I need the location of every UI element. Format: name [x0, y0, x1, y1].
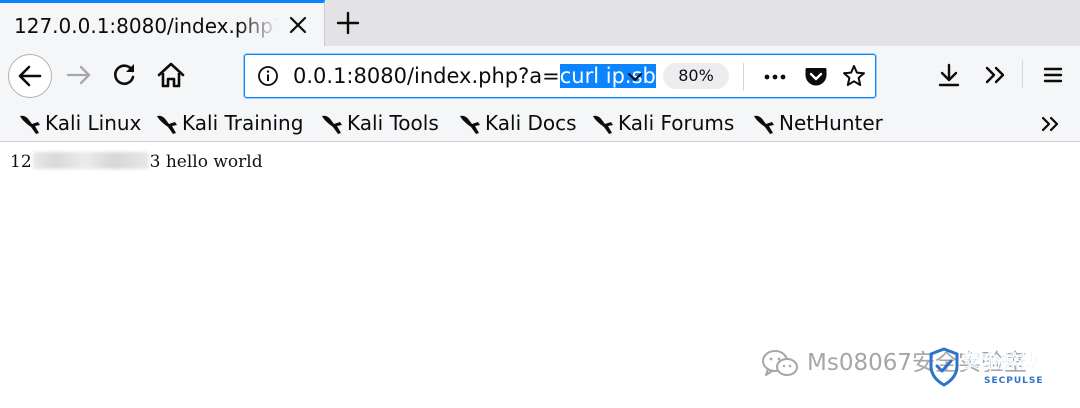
output-text: 3 hello world	[149, 152, 263, 172]
output-ip-prefix: 12	[10, 152, 32, 172]
url-bar[interactable]: 0.0.1:8080/index.php?a=curl ip.sb 80%	[244, 54, 876, 98]
info-icon	[258, 66, 278, 86]
wechat-icon	[762, 350, 798, 376]
urlbar-separator	[743, 63, 744, 91]
kali-dragon-icon	[754, 115, 774, 134]
forward-arrow-icon	[66, 65, 91, 85]
tab-strip: 127.0.0.1:8080/index.php?a=curl ip.sb	[0, 0, 1080, 46]
overflow-chevrons-icon	[1041, 116, 1059, 132]
zoom-reset-button[interactable]: 80%	[663, 63, 729, 89]
tab-title: 127.0.0.1:8080/index.php?a=curl ip.sb	[14, 14, 278, 38]
pocket-button[interactable]	[803, 63, 829, 89]
logo-text: 安全脉搏	[962, 350, 1039, 373]
home-icon	[157, 62, 185, 88]
tab-active[interactable]: 127.0.0.1:8080/index.php?a=curl ip.sb	[0, 0, 325, 46]
close-icon	[289, 16, 307, 34]
bookmark-label: Kali Training	[182, 111, 304, 135]
kali-dragon-icon	[593, 115, 613, 134]
secpulse-logo: 安全脉搏 SECPULSE	[928, 343, 1078, 403]
bookmark-kali-tools[interactable]: Kali Tools	[320, 108, 444, 138]
plus-icon	[336, 11, 360, 35]
bookmark-kali-forums[interactable]: Kali Forums	[591, 108, 737, 138]
chevron-down-icon	[628, 73, 642, 81]
toolbar-separator	[1022, 60, 1023, 88]
overflow-chevrons-icon	[985, 66, 1005, 84]
pocket-icon	[805, 68, 827, 86]
tab-close-button[interactable]	[282, 9, 314, 41]
bookmark-kali-training[interactable]: Kali Training	[155, 108, 307, 138]
reload-icon	[114, 64, 135, 85]
bookmark-label: Kali Linux	[45, 111, 142, 135]
main-menu-button[interactable]	[1038, 60, 1068, 90]
forward-button[interactable]	[62, 58, 96, 92]
back-button[interactable]	[8, 54, 52, 98]
bookmark-kali-linux[interactable]: Kali Linux	[18, 108, 142, 138]
command-output: 12 3 hello world	[10, 151, 263, 173]
bookmark-kali-docs[interactable]: Kali Docs	[458, 108, 578, 138]
bookmarks-overflow-button[interactable]	[1036, 110, 1064, 138]
bookmark-label: Kali Tools	[347, 111, 439, 135]
bookmark-label: NetHunter	[779, 111, 883, 135]
navigation-toolbar: 0.0.1:8080/index.php?a=curl ip.sb 80%	[0, 46, 1080, 104]
page-content: 12 3 hello world Ms08067安全实验室 安全脉搏 SECPUL…	[0, 143, 1080, 408]
bookmark-label: Kali Docs	[485, 111, 577, 135]
url-text-unselected: 0.0.1:8080/index.php?a=	[293, 64, 560, 88]
kali-dragon-icon	[460, 115, 480, 134]
back-arrow-icon	[18, 65, 42, 87]
bookmark-nethunter[interactable]: NetHunter	[752, 108, 884, 138]
hamburger-menu-icon	[1043, 67, 1063, 83]
home-button[interactable]	[154, 58, 188, 92]
redacted-ip-blur	[32, 152, 149, 169]
bookmark-star-button[interactable]	[841, 63, 867, 89]
url-dropdown-button[interactable]	[623, 65, 647, 89]
site-info-button[interactable]	[257, 65, 279, 87]
star-icon	[843, 65, 865, 86]
downloads-button[interactable]	[934, 60, 964, 90]
bookmark-label: Kali Forums	[618, 111, 735, 135]
download-icon	[938, 63, 960, 87]
kali-dragon-icon	[20, 115, 40, 134]
reload-button[interactable]	[108, 58, 140, 90]
more-dots-icon	[764, 74, 786, 80]
toolbar-overflow-button[interactable]	[980, 60, 1010, 90]
bookmarks-toolbar: Kali Linux Kali Training Kali Tools Kali…	[0, 104, 1080, 142]
kali-dragon-icon	[322, 115, 342, 134]
page-actions-button[interactable]	[761, 64, 789, 90]
shield-icon	[929, 347, 959, 387]
logo-subtext: SECPULSE	[984, 376, 1044, 386]
url-input[interactable]: 0.0.1:8080/index.php?a=curl ip.sb	[293, 62, 656, 90]
kali-dragon-icon	[157, 115, 177, 134]
new-tab-button[interactable]	[330, 5, 366, 41]
